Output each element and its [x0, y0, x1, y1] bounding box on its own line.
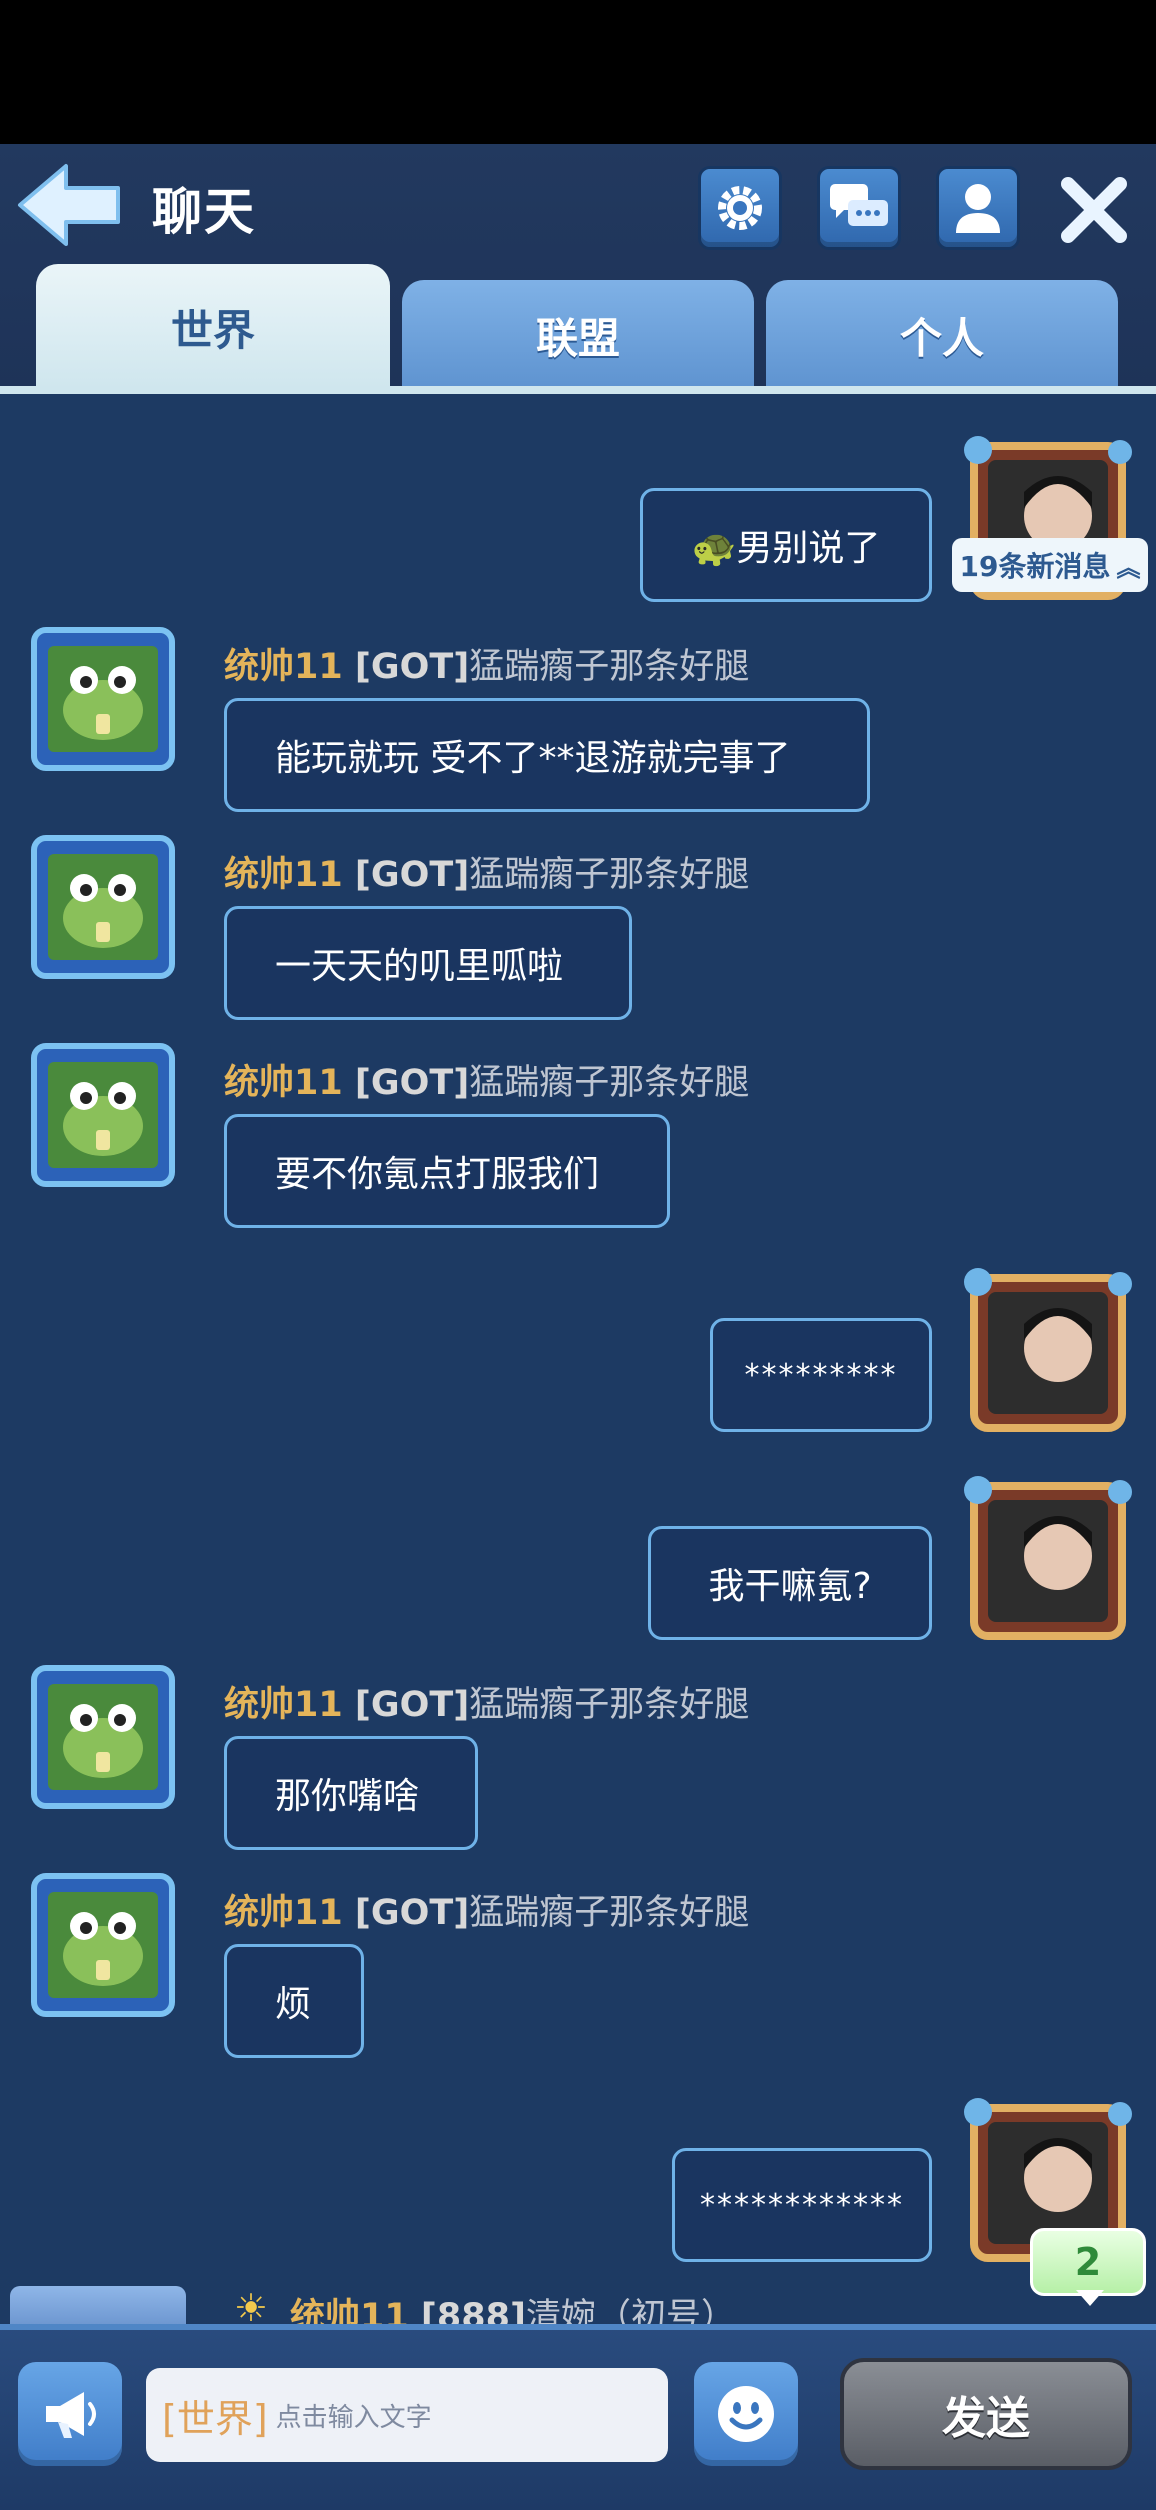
sender-rank: 统帅11 — [224, 1685, 343, 1725]
player-avatar[interactable] — [28, 832, 178, 982]
sender-alliance-tag: [GOT] — [354, 647, 470, 687]
sender-nickname: 猛踹瘸子那条好腿 — [469, 1893, 750, 1933]
status-bar — [0, 0, 1156, 144]
sender-alliance-tag: [GOT] — [354, 1063, 470, 1103]
sender-alliance-tag: [GOT] — [354, 1685, 470, 1725]
sun-icon: ☀ — [234, 2286, 269, 2324]
sender-alliance-tag: [GOT] — [354, 855, 470, 895]
double-chevron-up-icon: ︽ — [1116, 553, 1141, 582]
profile-icon[interactable] — [936, 166, 1020, 250]
message-text: ********* — [744, 1357, 898, 1393]
sender-nickname: 猛踹瘸子那条好腿 — [469, 1685, 750, 1725]
settings-gear-icon[interactable] — [698, 166, 782, 250]
sender-rank: 统帅11 — [224, 647, 343, 687]
message-text: 要不你氪点打服我们 — [275, 1154, 600, 1195]
player-avatar[interactable] — [28, 624, 178, 774]
chat-bubbles-icon[interactable] — [817, 166, 901, 250]
sender-rank: 统帅11 — [224, 855, 343, 895]
sender-alliance-tag: [GOT] — [354, 1893, 470, 1933]
chat-bubble[interactable]: ************ — [672, 2148, 932, 2262]
back-arrow-icon[interactable] — [14, 160, 124, 250]
tab-personal-label: 个人 — [899, 313, 984, 363]
chat-bubble[interactable]: 要不你氪点打服我们 — [224, 1114, 670, 1228]
sender-nickname: 猛踹瘸子那条好腿 — [469, 647, 750, 687]
message-text: ************ — [700, 2187, 904, 2223]
sender-name[interactable]: 统帅11 [GOT]猛踹瘸子那条好腿 — [224, 1884, 749, 1935]
player-avatar[interactable] — [28, 1870, 178, 2020]
message-text: 一天天的叽里呱啦 — [275, 946, 564, 987]
channel-label: [世界] — [162, 2396, 268, 2441]
sender-nickname: 清婉（初号） — [525, 2297, 736, 2324]
sender-rank: 统帅11 — [224, 1063, 343, 1103]
chat-bubble[interactable]: 那你嘴啥 — [224, 1736, 478, 1850]
sender-rank: 统帅11 — [290, 2297, 409, 2324]
tab-world[interactable]: 世界 — [36, 264, 390, 390]
sender-alliance-tag: [888] — [420, 2297, 526, 2324]
my-avatar[interactable] — [960, 1262, 1136, 1442]
partial-message-row[interactable]: ☀ 统帅11 [888]清婉（初号） — [0, 2286, 1156, 2324]
message-text: 🐢男别说了 — [691, 528, 881, 569]
new-messages-label: 19条新消息 — [959, 550, 1111, 583]
my-avatar[interactable] — [960, 1470, 1136, 1650]
emoji-icon[interactable] — [694, 2362, 798, 2466]
chat-bubble[interactable]: ********* — [710, 1318, 932, 1432]
sender-name: 统帅11 [888]清婉（初号） — [290, 2288, 736, 2324]
send-button[interactable]: 发送 — [840, 2358, 1132, 2470]
page-title: 聊天 — [152, 183, 256, 241]
tab-world-label: 世界 — [170, 305, 255, 355]
player-avatar[interactable] — [28, 1662, 178, 1812]
sender-name[interactable]: 统帅11 [GOT]猛踹瘸子那条好腿 — [224, 846, 749, 897]
message-text: 烦 — [275, 1984, 312, 2025]
tab-divider — [0, 386, 1156, 394]
tab-alliance[interactable]: 联盟 — [402, 280, 754, 390]
input-placeholder: 点击输入文字 — [275, 2402, 432, 2433]
footer-divider — [0, 2324, 1156, 2330]
player-avatar[interactable] — [28, 1040, 178, 1190]
sender-name[interactable]: 统帅11 [GOT]猛踹瘸子那条好腿 — [224, 1054, 749, 1105]
send-label: 发送 — [942, 2393, 1030, 2444]
sender-name[interactable]: 统帅11 [GOT]猛踹瘸子那条好腿 — [224, 638, 749, 689]
new-messages-indicator[interactable]: 19条新消息 ︽ — [952, 538, 1148, 592]
unread-count: 2 — [1074, 2240, 1102, 2284]
message-text: 能玩就玩 受不了**退游就完事了 — [275, 738, 791, 779]
sender-name[interactable]: 统帅11 [GOT]猛踹瘸子那条好腿 — [224, 1676, 749, 1727]
chat-bubble[interactable]: 能玩就玩 受不了**退游就完事了 — [224, 698, 870, 812]
tab-alliance-label: 联盟 — [535, 313, 620, 363]
chat-bubble[interactable]: 🐢男别说了 — [640, 488, 932, 602]
megaphone-icon[interactable] — [18, 2362, 122, 2466]
chat-bubble[interactable]: 我干嘛氪? — [648, 1526, 932, 1640]
tab-personal[interactable]: 个人 — [766, 280, 1118, 390]
unread-badge-pointer — [1076, 2290, 1104, 2306]
message-text: 那你嘴啥 — [275, 1776, 420, 1817]
chat-message-list[interactable]: 🐢男别说了 统帅11 [GOT]猛踹瘸子那条好腿 能玩就玩 受不了**退游就完事… — [0, 394, 1156, 2324]
chat-bubble[interactable]: 一天天的叽里呱啦 — [224, 906, 632, 1020]
message-text: 我干嘛氪? — [708, 1566, 872, 1607]
partial-avatar-frame — [10, 2286, 186, 2324]
sender-nickname: 猛踹瘸子那条好腿 — [469, 1063, 750, 1103]
sender-nickname: 猛踹瘸子那条好腿 — [469, 855, 750, 895]
close-icon[interactable] — [1054, 170, 1134, 250]
sender-rank: 统帅11 — [224, 1893, 343, 1933]
unread-count-badge[interactable]: 2 — [1030, 2228, 1146, 2296]
chat-text-input[interactable]: [世界] 点击输入文字 — [146, 2368, 668, 2462]
chat-bubble[interactable]: 烦 — [224, 1944, 364, 2058]
